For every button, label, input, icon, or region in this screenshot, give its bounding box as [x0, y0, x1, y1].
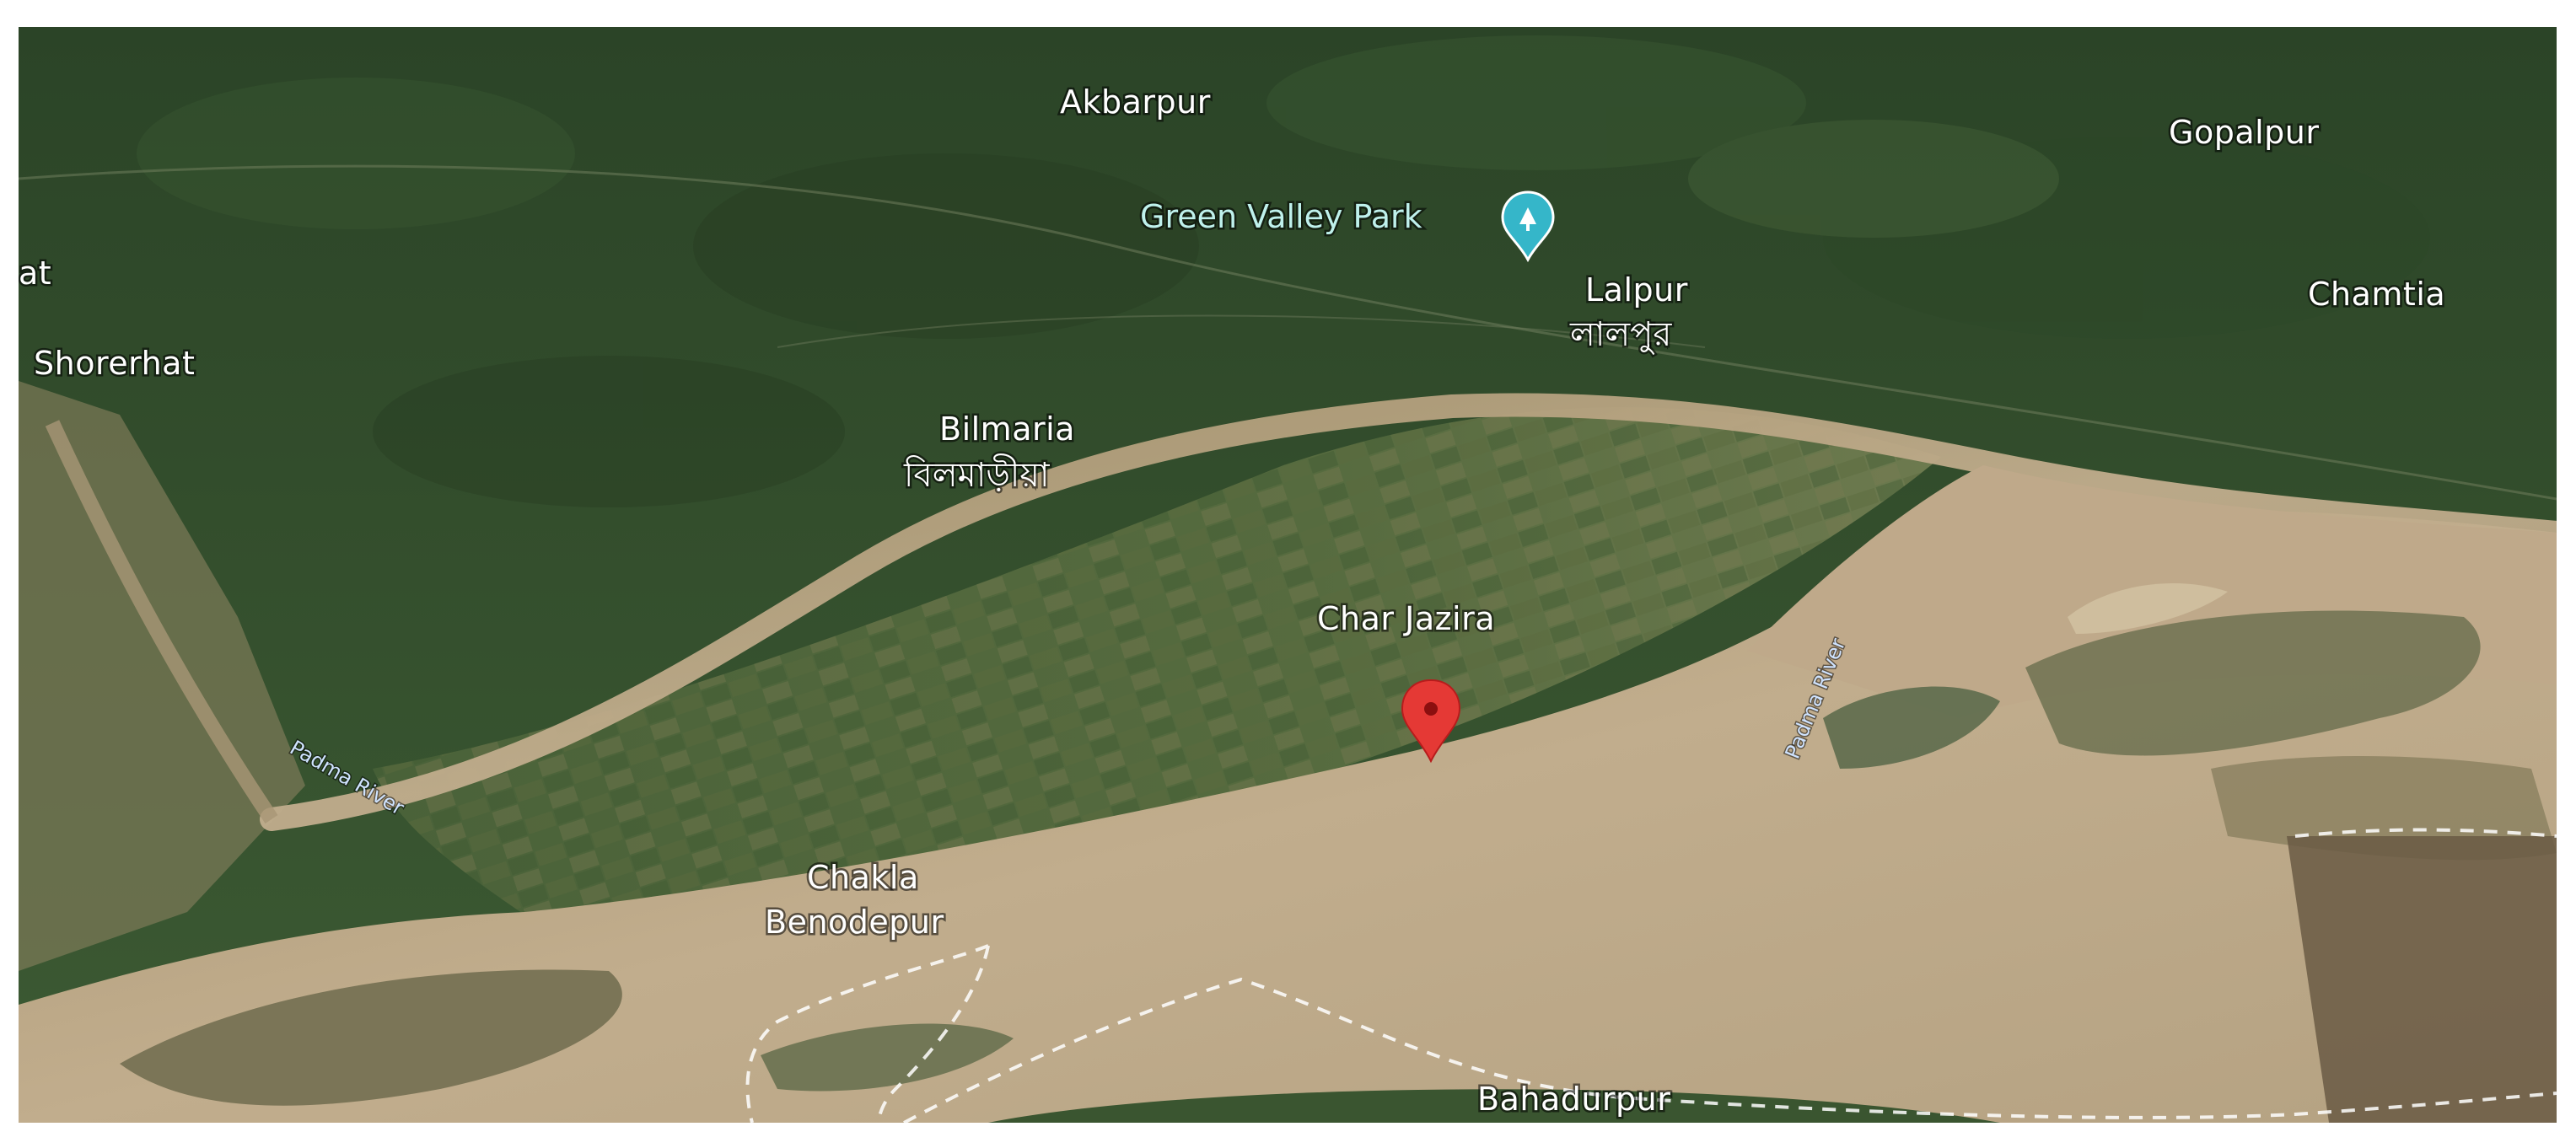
- place-label-bilmaria-bengali: বিলমাড়ীয়া: [903, 453, 1051, 495]
- place-label-lalpur: Lalpur: [1585, 271, 1688, 308]
- poi-label-green-valley-park[interactable]: Green Valley Park: [1138, 196, 1425, 238]
- place-label-akbarpur: Akbarpur: [1060, 83, 1211, 121]
- place-label-gopalpur: Gopalpur: [2169, 114, 2320, 151]
- place-label-chamtia: Chamtia: [2308, 276, 2445, 313]
- imagery-tile: [2287, 836, 2557, 1123]
- place-label-bilmaria: Bilmaria: [939, 410, 1075, 448]
- place-label-benodepur: Benodepur: [765, 904, 944, 941]
- place-label-bahadurpur: Bahadurpur: [1477, 1081, 1670, 1118]
- place-label-lalpur-bengali: লালপুর: [1569, 315, 1672, 355]
- place-label-char-jazira: Char Jazira: [1317, 600, 1495, 637]
- place-label-cut-off: at: [19, 255, 51, 292]
- satellite-map[interactable]: Akbarpur Gopalpur Green Valley Park Lalp…: [19, 27, 2557, 1123]
- place-label-shorerhat: Shorerhat: [34, 345, 195, 382]
- place-label-chakla: Chakla: [807, 859, 919, 896]
- map-canvas[interactable]: Akbarpur Gopalpur Green Valley Park Lalp…: [19, 27, 2557, 1123]
